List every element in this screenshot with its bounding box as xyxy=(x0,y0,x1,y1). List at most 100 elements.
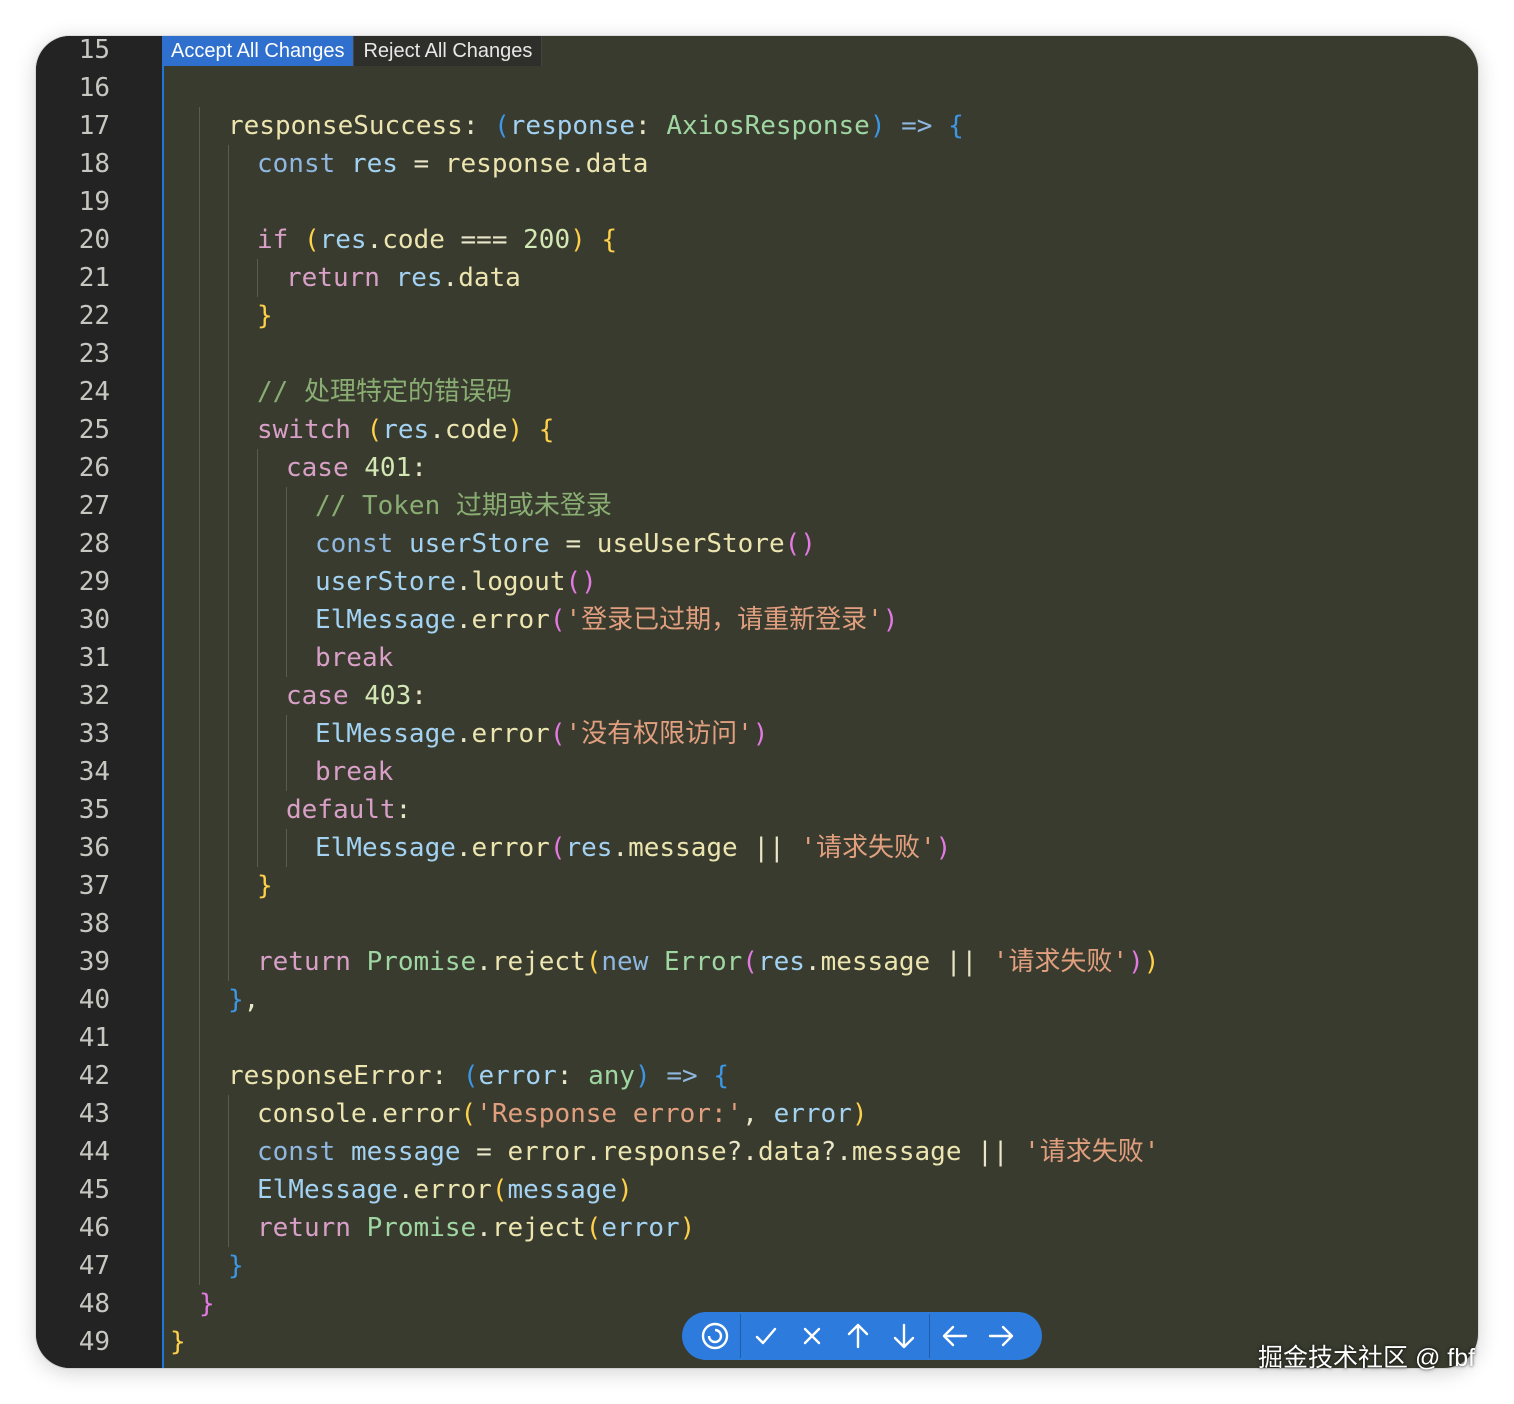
code-token: ) xyxy=(869,111,886,141)
line-number: 33 xyxy=(78,719,110,749)
code-token: // 处理特定的错误码 xyxy=(257,377,512,407)
code-token: : xyxy=(411,453,427,483)
code-token: ( xyxy=(742,947,758,977)
next-file-button[interactable] xyxy=(978,1312,1024,1360)
line-number: 47 xyxy=(78,1251,110,1281)
code-token: useUserStore xyxy=(596,529,785,559)
toolbar-divider xyxy=(740,1314,741,1358)
indent-guide xyxy=(286,487,287,677)
code-token: ) xyxy=(935,833,952,863)
diff-actions-bar: Accept All Changes Reject All Changes xyxy=(162,36,543,66)
code-token: } xyxy=(257,301,273,331)
accept-all-changes-button[interactable]: Accept All Changes xyxy=(162,36,355,66)
code-token: message xyxy=(851,1137,962,1167)
arrow-left-icon xyxy=(942,1325,968,1347)
line-number: 36 xyxy=(78,833,110,863)
code-line: // 处理特定的错误码 xyxy=(253,373,512,411)
code-token: break xyxy=(315,643,394,673)
code-token: error xyxy=(413,1175,492,1205)
code-token: error xyxy=(773,1099,852,1129)
code-token: : xyxy=(462,111,495,141)
code-token: data xyxy=(585,149,649,179)
code-token: console xyxy=(257,1099,367,1129)
reject-change-button[interactable] xyxy=(789,1312,835,1360)
line-number: 32 xyxy=(78,681,110,711)
code-token: , xyxy=(742,1099,774,1129)
code-token: '请求失败' xyxy=(800,833,936,863)
code-token: || xyxy=(961,1137,1025,1167)
code-token: : xyxy=(635,111,667,141)
previous-change-button[interactable] xyxy=(835,1312,881,1360)
code-token: { xyxy=(948,111,964,141)
code-token: res xyxy=(565,833,613,863)
line-number: 30 xyxy=(78,605,110,635)
code-token: : xyxy=(411,681,427,711)
code-line: case 401: xyxy=(282,449,427,487)
code-token: AxiosResponse xyxy=(666,111,870,141)
reject-all-changes-button[interactable]: Reject All Changes xyxy=(354,36,543,66)
code-line: } xyxy=(166,1323,186,1361)
code-token: = xyxy=(460,1137,508,1167)
line-number-gutter: 15 16 17 18 19 20 21 22 23 24 25 26 27 28 29 30 31 32 33 34… xyxy=(36,36,162,1368)
line-number: 17 xyxy=(78,111,110,141)
line-number: 44 xyxy=(78,1137,110,1167)
code-token: . xyxy=(804,947,821,977)
code-token: ) xyxy=(570,225,586,255)
line-number: 15 xyxy=(78,36,110,65)
toolbar-divider xyxy=(929,1314,930,1358)
code-token: ) xyxy=(617,1175,633,1205)
code-line: break xyxy=(311,639,393,677)
code-token: ) xyxy=(752,719,769,749)
editor-window: 15 16 17 18 19 20 21 22 23 24 25 26 27 28 29 30 31 32 33 34… xyxy=(36,36,1478,1368)
accept-change-button[interactable] xyxy=(743,1312,789,1360)
code-token: ) xyxy=(851,1099,868,1129)
line-number: 40 xyxy=(78,985,110,1015)
code-token: ?. xyxy=(820,1137,852,1167)
code-token: ElMessage xyxy=(315,719,456,749)
code-token: response xyxy=(509,111,636,141)
code-area[interactable]: responseSuccess: (response: AxiosRespons… xyxy=(162,36,1478,1368)
code-token: || xyxy=(737,833,801,863)
code-token: responseError xyxy=(228,1061,432,1091)
code-token: new xyxy=(601,947,649,977)
previous-file-button[interactable] xyxy=(932,1312,978,1360)
line-number: 28 xyxy=(78,529,110,559)
next-change-button[interactable] xyxy=(881,1312,927,1360)
code-token: => xyxy=(666,1061,698,1091)
code-token: } xyxy=(228,1251,244,1281)
code-line: return Promise.reject(error) xyxy=(253,1209,695,1247)
code-token: ElMessage xyxy=(315,833,456,863)
line-number: 35 xyxy=(78,795,110,825)
code-line: // Token 过期或未登录 xyxy=(311,487,612,525)
code-token: 200 xyxy=(523,225,571,255)
code-token: . xyxy=(455,833,472,863)
code-token: message xyxy=(507,1175,618,1205)
code-token: => xyxy=(901,111,933,141)
code-token: = xyxy=(549,529,597,559)
line-number: 45 xyxy=(78,1175,110,1205)
code-line: switch (res.code) { xyxy=(253,411,554,449)
code-token: error xyxy=(478,1061,557,1091)
code-token: error xyxy=(471,719,550,749)
code-token: ?. xyxy=(726,1137,758,1167)
code-token: data xyxy=(458,263,521,293)
code-token: const xyxy=(257,1137,336,1167)
code-token: ) xyxy=(882,605,899,635)
code-token: ( xyxy=(491,1175,508,1205)
review-button[interactable] xyxy=(692,1312,738,1360)
code-token: ( xyxy=(366,415,383,445)
line-number: 39 xyxy=(78,947,110,977)
code-token: // Token 过期或未登录 xyxy=(315,491,612,521)
code-token: '请求失败' xyxy=(1024,1137,1160,1167)
code-line: return res.data xyxy=(282,259,521,297)
code-token: '没有权限访问' xyxy=(565,719,753,749)
line-number: 38 xyxy=(78,909,110,939)
code-token: response xyxy=(444,149,571,179)
line-number: 49 xyxy=(78,1327,110,1357)
